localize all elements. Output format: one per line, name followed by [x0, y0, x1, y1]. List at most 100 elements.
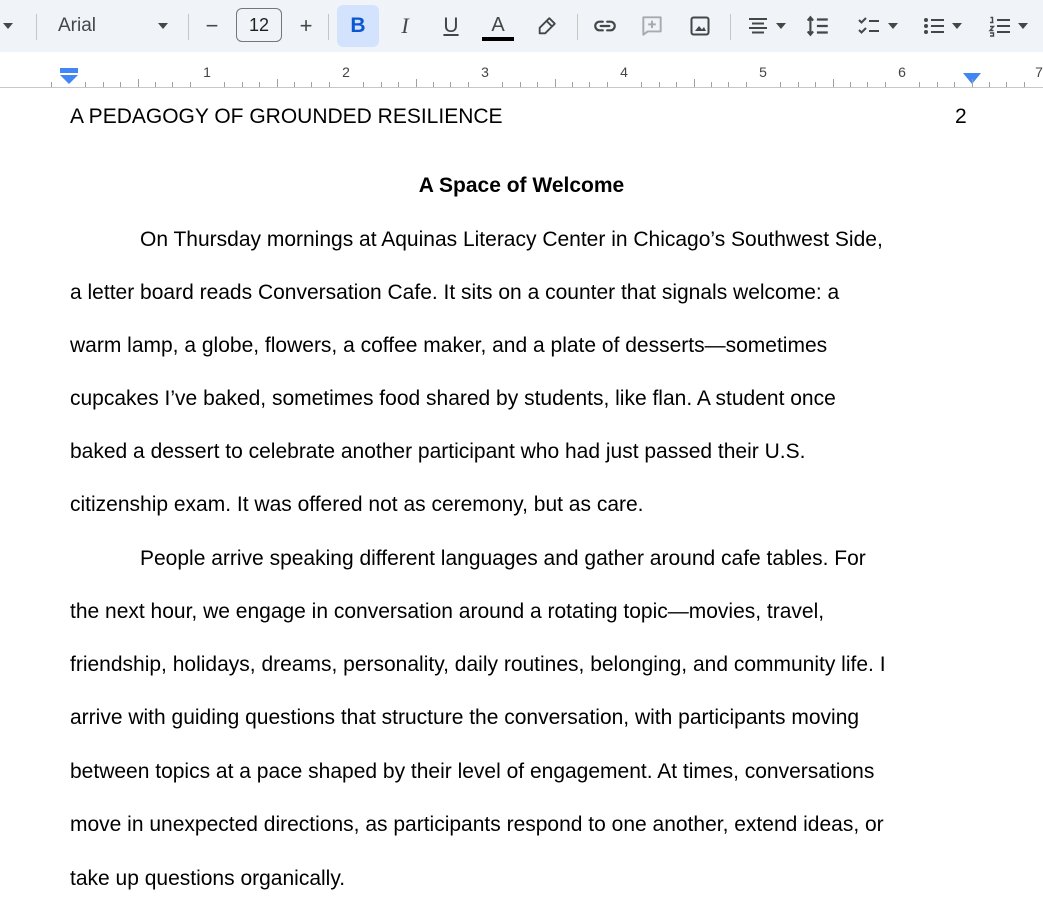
ruler-tick [311, 82, 313, 87]
ruler-number: 1 [203, 64, 211, 80]
bold-button[interactable]: B [337, 5, 379, 47]
ruler-tick [780, 82, 782, 87]
ruler-tick [102, 82, 104, 87]
numbered-list-dropdown[interactable] [978, 0, 1038, 52]
italic-button[interactable]: I [388, 0, 422, 52]
ruler-tick [954, 82, 956, 87]
ruler-tick [50, 82, 52, 87]
toolbar-divider [36, 14, 37, 40]
toolbar-divider [188, 14, 189, 40]
document-page[interactable]: A PEDAGOGY OF GROUNDED RESILIENCE 2 A Sp… [0, 90, 1043, 911]
formatting-toolbar: Arial − 12 + B I U A [0, 0, 1043, 52]
ruler-tick [137, 79, 139, 87]
ruler-tick [658, 82, 660, 87]
ruler-tick [641, 82, 643, 87]
ruler-tick [936, 82, 938, 87]
toolbar-divider [730, 14, 731, 40]
numbered-list-icon [988, 16, 1010, 37]
font-family-value: Arial [58, 15, 97, 36]
ruler-tick [85, 82, 87, 87]
ruler-tick [745, 82, 747, 87]
ruler-number: 6 [898, 64, 906, 80]
ruler-tick [172, 82, 174, 87]
ruler-tick [849, 82, 851, 87]
line-spacing-icon [806, 15, 828, 37]
checklist-dropdown[interactable] [848, 0, 906, 52]
ruler-tick [519, 82, 521, 87]
running-header-title: A PEDAGOGY OF GROUNDED RESILIENCE [70, 105, 503, 128]
page-number: 2 [955, 105, 967, 128]
ruler-tick [432, 82, 434, 87]
insert-link-button[interactable] [586, 0, 624, 52]
bulleted-list-dropdown[interactable] [914, 0, 970, 52]
ruler-tick [398, 82, 400, 87]
ruler-tick [971, 79, 973, 87]
section-heading: A Space of Welcome [418, 174, 625, 197]
insert-image-icon [690, 16, 710, 36]
text-color-button[interactable]: A [480, 0, 516, 52]
body-text-line: move in unexpected directions, as partic… [70, 813, 884, 836]
chevron-down-icon [1018, 23, 1028, 29]
ruler-tick [728, 82, 730, 87]
body-text-line: friendship, holidays, dreams, personalit… [70, 653, 886, 676]
chevron-down-icon [952, 23, 962, 29]
ruler-tick [502, 82, 504, 87]
ruler-tick [467, 82, 469, 87]
insert-image-button[interactable] [682, 0, 718, 52]
body-text-line: warm lamp, a globe, flowers, a coffee ma… [70, 334, 828, 357]
checklist-icon [858, 17, 879, 34]
body-text-line: cupcakes I’ve baked, sometimes food shar… [70, 387, 836, 410]
body-text-line: citizenship exam. It was offered not as … [70, 493, 644, 516]
ruler-tick [189, 82, 191, 87]
chevron-down-icon [776, 23, 786, 29]
ruler-tick [276, 79, 278, 87]
body-text-line: the next hour, we engage in conversation… [70, 600, 825, 623]
ruler-tick [676, 82, 678, 87]
ruler-tick [815, 82, 817, 87]
highlight-button[interactable] [530, 0, 564, 52]
font-size-input[interactable]: 12 [236, 8, 282, 42]
link-icon [594, 20, 616, 32]
ruler-number: 4 [620, 64, 628, 80]
align-center-icon [749, 18, 767, 34]
ruler-tick [606, 82, 608, 87]
decrease-font-size-button[interactable]: − [198, 0, 226, 52]
ruler-tick [832, 79, 834, 87]
ruler-tick [154, 82, 156, 87]
line-spacing-button[interactable] [800, 0, 836, 52]
left-indent-marker-icon[interactable] [59, 68, 79, 88]
body-text-line: between topics at a pace shaped by their… [70, 760, 875, 783]
text-color-swatch [482, 37, 514, 41]
ruler-tick [224, 82, 226, 87]
increase-font-size-button[interactable]: + [292, 0, 320, 52]
ruler-tick [363, 82, 365, 87]
toolbar-divider [577, 14, 578, 40]
body-text-line: People arrive speaking different languag… [140, 547, 866, 570]
body-text-line: On Thursday mornings at Aquinas Literacy… [140, 228, 883, 251]
chevron-down-icon [158, 23, 168, 29]
ruler-tick [884, 82, 886, 87]
ruler-number: 5 [759, 64, 767, 80]
align-dropdown[interactable] [740, 0, 792, 52]
ruler-tick [919, 82, 921, 87]
body-text-line: baked a dessert to celebrate another par… [70, 440, 806, 463]
text-color-label: A [491, 14, 505, 36]
ruler-tick [259, 82, 261, 87]
ruler-tick [867, 82, 869, 87]
add-comment-icon [642, 16, 662, 36]
ruler-tick [450, 82, 452, 87]
ruler-number: 7 [1035, 64, 1043, 80]
underline-button[interactable]: U [434, 0, 468, 52]
ruler-tick [988, 82, 990, 87]
ruler-tick [293, 82, 295, 87]
body-text-line: arrive with guiding questions that struc… [70, 706, 860, 729]
ruler-tick [693, 79, 695, 87]
ruler-tick [328, 82, 330, 87]
horizontal-ruler[interactable]: 1 2 3 4 5 6 7 [0, 52, 1043, 90]
ruler-tick [537, 82, 539, 87]
font-family-select[interactable]: Arial [46, 0, 176, 52]
ruler-tick [380, 82, 382, 87]
styles-dropdown-chevron-down-icon[interactable] [0, 0, 16, 52]
ruler-tick [571, 82, 573, 87]
add-comment-button[interactable] [634, 0, 670, 52]
